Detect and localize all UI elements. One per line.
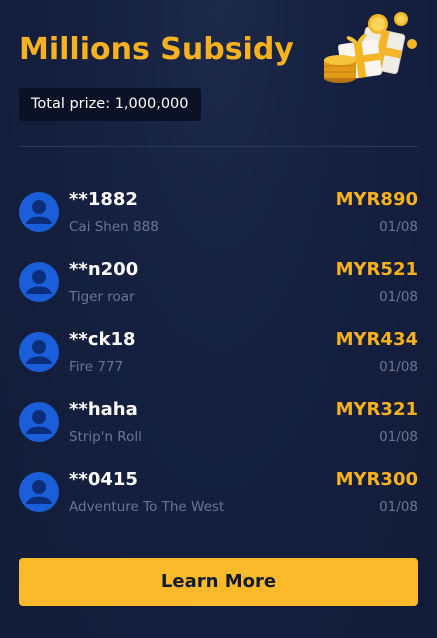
win-date: 01/08 xyxy=(379,359,418,375)
winner-name: **1882 xyxy=(69,189,138,210)
prize-amount: MYR890 xyxy=(335,189,418,210)
total-prize-badge: Total prize: 1,000,000 xyxy=(19,88,201,121)
win-date: 01/08 xyxy=(379,499,418,515)
divider xyxy=(19,146,418,147)
avatar-icon xyxy=(19,402,59,442)
avatar-icon xyxy=(19,472,59,512)
list-item: **1882 Cai Shen 888 MYR890 01/08 xyxy=(19,184,418,254)
winner-name: **n200 xyxy=(69,259,139,280)
prize-amount: MYR321 xyxy=(335,399,418,420)
win-date: 01/08 xyxy=(379,219,418,235)
winner-name: **haha xyxy=(69,399,138,420)
list-item: **ck18 Fire 777 MYR434 01/08 xyxy=(19,324,418,394)
win-date: 01/08 xyxy=(379,289,418,305)
avatar-icon xyxy=(19,262,59,302)
learn-more-button[interactable]: Learn More xyxy=(19,558,418,606)
list-item: **haha Strip'n Roll MYR321 01/08 xyxy=(19,394,418,464)
game-name: Tiger roar xyxy=(69,289,135,305)
prize-amount: MYR434 xyxy=(335,329,418,350)
subsidy-card: Millions Subsidy Total prize: 1,000,000 … xyxy=(0,0,437,638)
avatar-icon xyxy=(19,192,59,232)
game-name: Strip'n Roll xyxy=(69,429,142,445)
game-name: Fire 777 xyxy=(69,359,124,375)
list-item: **0415 Adventure To The West MYR300 01/0… xyxy=(19,464,418,534)
winners-list: **1882 Cai Shen 888 MYR890 01/08 **n200 … xyxy=(19,184,418,534)
list-item: **n200 Tiger roar MYR521 01/08 xyxy=(19,254,418,324)
winner-name: **ck18 xyxy=(69,329,136,350)
game-name: Cai Shen 888 xyxy=(69,219,159,235)
page-title: Millions Subsidy xyxy=(19,32,294,67)
prize-amount: MYR521 xyxy=(335,259,418,280)
win-date: 01/08 xyxy=(379,429,418,445)
game-name: Adventure To The West xyxy=(69,499,225,515)
prize-amount: MYR300 xyxy=(335,469,418,490)
gift-coins-icon xyxy=(324,12,417,83)
avatar-icon xyxy=(19,332,59,372)
winner-name: **0415 xyxy=(69,469,138,490)
